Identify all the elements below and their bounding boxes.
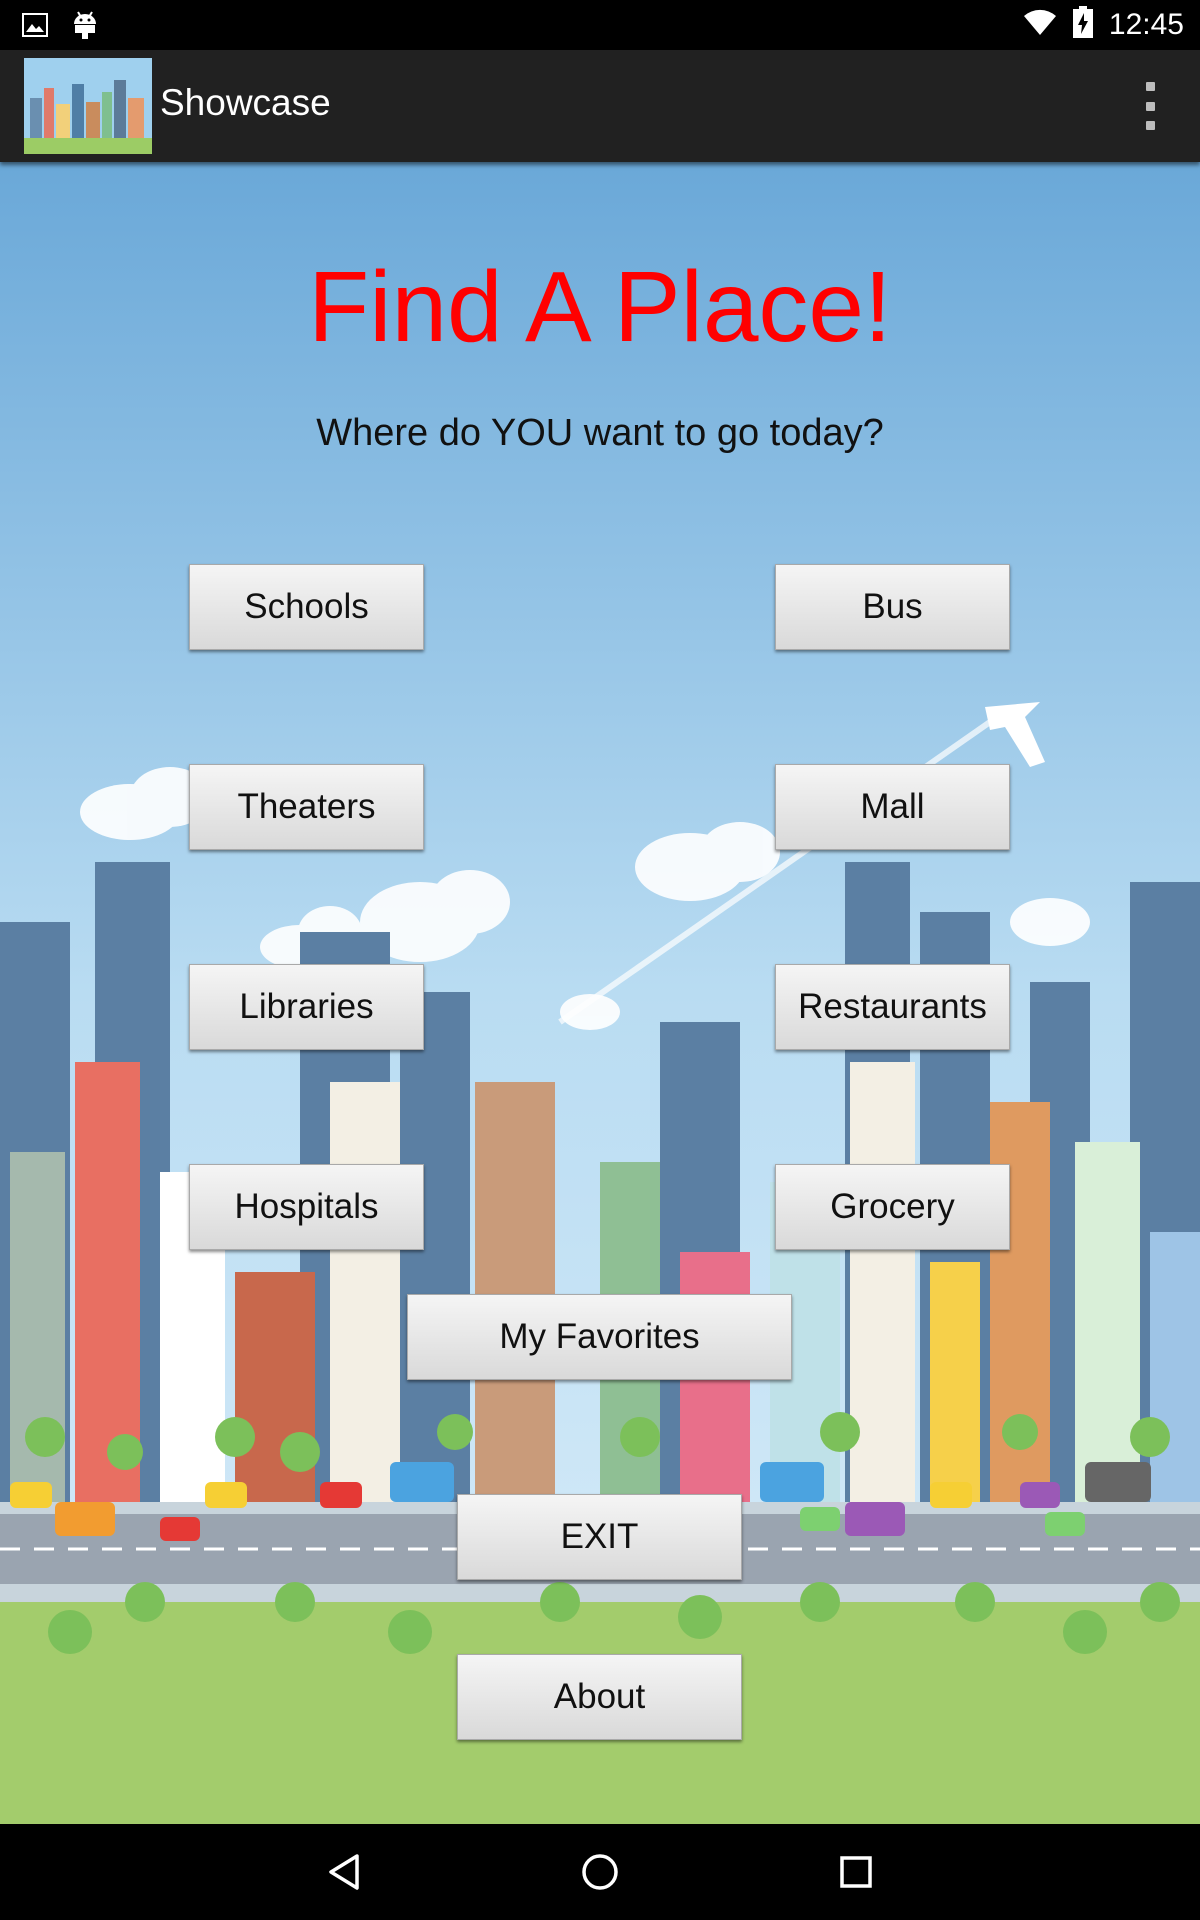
home-icon[interactable] [572, 1846, 628, 1898]
restaurants-button[interactable]: Restaurants [775, 964, 1010, 1050]
action-bar: Showcase [0, 50, 1200, 162]
recents-icon[interactable] [828, 1846, 884, 1898]
libraries-button[interactable]: Libraries [189, 964, 424, 1050]
battery-charging-icon [1072, 6, 1093, 43]
status-time: 12:45 [1108, 7, 1184, 41]
city-thumbnail-icon[interactable] [24, 58, 152, 154]
mall-button[interactable]: Mall [775, 764, 1010, 850]
android-icon [72, 10, 98, 45]
main-content: Find A Place! Where do YOU want to go to… [0, 162, 1200, 1824]
schools-button[interactable]: Schools [189, 564, 424, 650]
image-icon [22, 13, 48, 42]
app-title: Showcase [160, 82, 331, 123]
overflow-menu-icon[interactable] [1140, 82, 1160, 130]
hospitals-button[interactable]: Hospitals [189, 1164, 424, 1250]
grocery-button[interactable]: Grocery [775, 1164, 1010, 1250]
my-favorites-button[interactable]: My Favorites [407, 1294, 792, 1380]
status-bar: 12:45 [0, 0, 1200, 50]
page-title: Find A Place! [308, 251, 892, 363]
about-button[interactable]: About [457, 1654, 742, 1740]
back-icon[interactable] [316, 1846, 372, 1898]
navigation-bar [0, 1824, 1200, 1920]
page-subtitle: Where do YOU want to go today? [316, 412, 884, 454]
bus-button[interactable]: Bus [775, 564, 1010, 650]
theaters-button[interactable]: Theaters [189, 764, 424, 850]
exit-button[interactable]: EXIT [457, 1494, 742, 1580]
wifi-icon [1023, 8, 1057, 41]
